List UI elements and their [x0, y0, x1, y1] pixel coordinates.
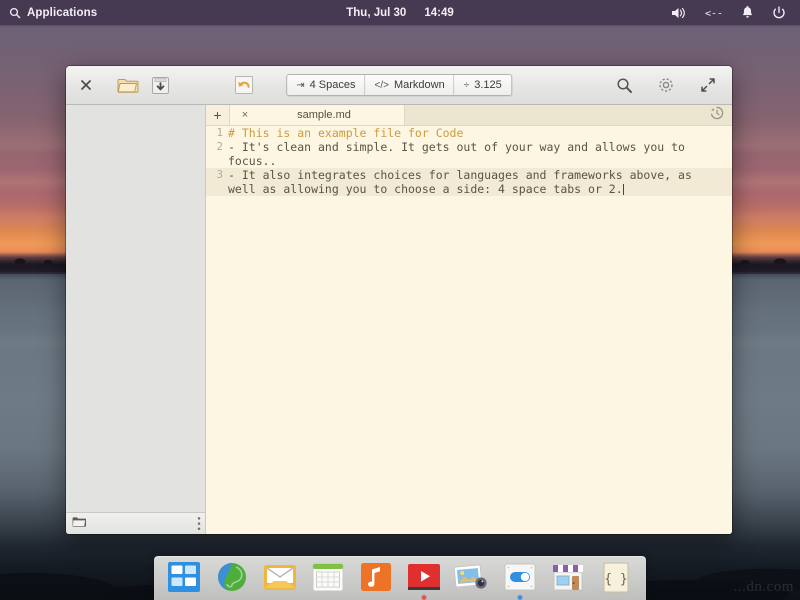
editor-pane: + × sample.md	[206, 105, 732, 534]
folder-icon[interactable]	[72, 515, 86, 533]
tab-bar-actions	[710, 105, 732, 125]
dock-item-videos[interactable]	[404, 560, 444, 600]
top-panel: Applications Thu, Jul 30 14:49 <-->	[0, 0, 800, 25]
language-label: Markdown	[394, 79, 445, 91]
running-indicator	[518, 595, 523, 600]
dock-item-applications[interactable]	[164, 560, 204, 600]
line-content: - It's clean and simple. It gets out of …	[228, 140, 732, 168]
tab-title: sample.md	[252, 109, 396, 121]
power-icon[interactable]	[772, 6, 786, 20]
applications-menu[interactable]: Applications	[0, 7, 97, 19]
dock-item-code[interactable]: { }	[596, 560, 636, 600]
datetime-indicator[interactable]: Thu, Jul 30 14:49	[285, 7, 515, 19]
running-indicator	[422, 595, 427, 600]
network-icon[interactable]: <-->	[705, 7, 723, 19]
dock-item-system-settings[interactable]	[500, 560, 540, 600]
code-line-current[interactable]: 3 - It also integrates choices for langu…	[206, 168, 732, 196]
divide-icon: ÷	[464, 80, 470, 91]
editor-options-group: ⇥ 4 Spaces </> Markdown ÷ 3.125	[286, 74, 512, 96]
code-editor-window: ⇥ 4 Spaces </> Markdown ÷ 3.125	[66, 66, 732, 534]
dock-item-mail[interactable]	[260, 560, 300, 600]
tab-close-icon[interactable]: ×	[238, 109, 252, 121]
line-number: 3	[206, 168, 228, 182]
line-number: 2	[206, 140, 228, 154]
notifications-icon[interactable]	[741, 6, 754, 20]
tab-bar: + × sample.md	[206, 105, 732, 126]
search-icon	[9, 7, 21, 19]
dock-item-web-browser[interactable]	[212, 560, 252, 600]
search-icon[interactable]	[611, 73, 637, 97]
line-content: - It also integrates choices for languag…	[228, 168, 732, 196]
drag-handle-icon[interactable]	[197, 516, 201, 534]
panel-date: Thu, Jul 30	[346, 7, 406, 19]
code-line[interactable]: 1 # This is an example file for Code	[206, 126, 732, 140]
image-watermark: ...dn.com	[734, 579, 794, 596]
open-folder-icon[interactable]	[115, 73, 141, 97]
window-titlebar: ⇥ 4 Spaces </> Markdown ÷ 3.125	[66, 66, 732, 105]
sidebar-footer	[66, 512, 205, 534]
applications-label: Applications	[27, 7, 97, 19]
indentation-selector[interactable]: ⇥ 4 Spaces	[287, 75, 365, 95]
code-line[interactable]: 2 - It's clean and simple. It gets out o…	[206, 140, 732, 168]
line-height-label: 3.125	[474, 79, 502, 91]
dock-item-photos[interactable]	[452, 560, 492, 600]
sidebar-file-list[interactable]	[66, 105, 205, 512]
undo-icon[interactable]	[231, 73, 257, 97]
svg-text:{ }: { }	[604, 572, 627, 587]
svg-text:<-->: <-->	[705, 8, 723, 19]
code-brackets-icon: </>	[375, 80, 389, 91]
dock-item-music[interactable]	[356, 560, 396, 600]
save-icon[interactable]	[147, 73, 173, 97]
new-tab-button[interactable]: +	[206, 105, 230, 125]
line-height-selector[interactable]: ÷ 3.125	[455, 75, 511, 95]
desktop: ...dn.com Applications Thu, Jul 30 14:49	[0, 0, 800, 600]
indentation-label: 4 Spaces	[310, 79, 356, 91]
project-sidebar	[66, 105, 206, 534]
window-body: + × sample.md	[66, 105, 732, 534]
gear-icon[interactable]	[653, 73, 679, 97]
volume-icon[interactable]	[671, 6, 687, 20]
dock-item-calendar[interactable]	[308, 560, 348, 600]
line-content: # This is an example file for Code	[228, 126, 732, 140]
history-icon[interactable]	[710, 106, 724, 125]
line-number: 1	[206, 126, 228, 140]
dock-item-appcenter[interactable]	[548, 560, 588, 600]
language-selector[interactable]: </> Markdown	[366, 75, 455, 95]
panel-indicators: <-->	[671, 6, 800, 20]
panel-time: 14:49	[424, 7, 453, 19]
close-window-button[interactable]	[75, 73, 97, 97]
tab-sample-md[interactable]: × sample.md	[230, 105, 405, 125]
dock: { }	[154, 556, 646, 600]
titlebar-actions	[611, 73, 723, 97]
indent-icon: ⇥	[296, 80, 304, 91]
code-text-area[interactable]: 1 # This is an example file for Code 2 -…	[206, 126, 732, 534]
text-cursor	[623, 184, 624, 195]
fullscreen-icon[interactable]	[695, 73, 721, 97]
